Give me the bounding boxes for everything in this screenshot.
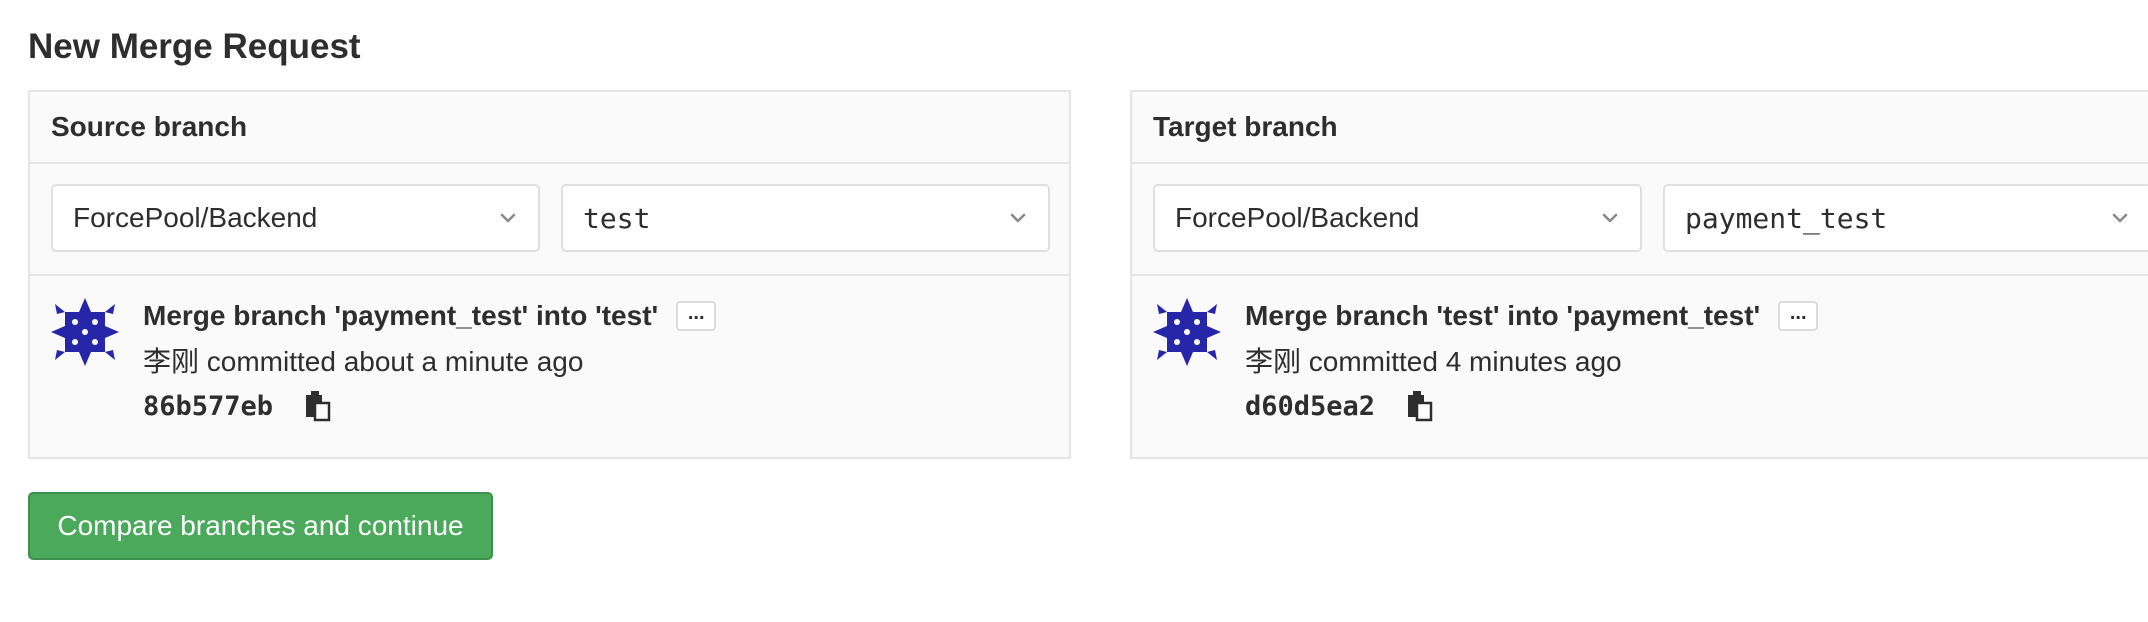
- source-branch-label: test: [583, 201, 651, 235]
- source-select-row: ForcePool/Backend test: [30, 164, 1069, 276]
- target-branch-header: Target branch: [1132, 92, 2148, 164]
- chevron-down-icon: [500, 213, 516, 223]
- source-last-commit: Merge branch 'payment_test' into 'test' …: [30, 276, 1069, 457]
- source-commit-sha[interactable]: 86b577eb: [143, 391, 273, 422]
- chevron-down-icon: [1010, 213, 1026, 223]
- target-last-commit: Merge branch 'test' into 'payment_test' …: [1132, 276, 2148, 457]
- avatar: [51, 298, 119, 366]
- target-branch-label: payment_test: [1685, 201, 1888, 235]
- target-commit-title-text[interactable]: Merge branch 'test' into 'payment_test': [1245, 300, 1760, 332]
- expand-commit-message-button[interactable]: ...: [676, 301, 717, 331]
- chevron-down-icon: [2112, 213, 2128, 223]
- target-commit-meta: 李刚 committed 4 minutes ago: [1245, 346, 1622, 377]
- expand-commit-message-button[interactable]: ...: [1778, 301, 1819, 331]
- target-branch-dropdown[interactable]: payment_test: [1663, 184, 2148, 252]
- source-commit-title: Merge branch 'payment_test' into 'test' …: [143, 300, 717, 332]
- source-branch-dropdown[interactable]: test: [561, 184, 1050, 252]
- target-project-label: ForcePool/Backend: [1175, 202, 1420, 233]
- source-branch-panel: Source branch ForcePool/Backend test Mer…: [28, 90, 1071, 459]
- source-commit-title-text[interactable]: Merge branch 'payment_test' into 'test': [143, 300, 658, 332]
- target-commit-title: Merge branch 'test' into 'payment_test' …: [1245, 300, 1819, 332]
- source-branch-header: Source branch: [30, 92, 1069, 164]
- source-project-label: ForcePool/Backend: [73, 202, 318, 233]
- compare-branches-button[interactable]: Compare branches and continue: [28, 492, 493, 560]
- source-project-dropdown[interactable]: ForcePool/Backend: [51, 184, 540, 252]
- avatar: [1153, 298, 1221, 366]
- target-sha-row: d60d5ea2: [1245, 390, 1435, 422]
- copy-icon[interactable]: [1405, 390, 1435, 422]
- target-select-row: ForcePool/Backend payment_test: [1132, 164, 2148, 276]
- target-branch-panel: Target branch ForcePool/Backend payment_…: [1130, 90, 2148, 459]
- page-title: New Merge Request: [28, 27, 361, 66]
- source-sha-row: 86b577eb: [143, 390, 333, 422]
- source-commit-meta: 李刚 committed about a minute ago: [143, 346, 584, 377]
- copy-icon[interactable]: [303, 390, 333, 422]
- target-project-dropdown[interactable]: ForcePool/Backend: [1153, 184, 1642, 252]
- chevron-down-icon: [1602, 213, 1618, 223]
- new-merge-request-page: New Merge Request Source branch ForcePoo…: [0, 0, 2148, 622]
- target-commit-sha[interactable]: d60d5ea2: [1245, 391, 1375, 422]
